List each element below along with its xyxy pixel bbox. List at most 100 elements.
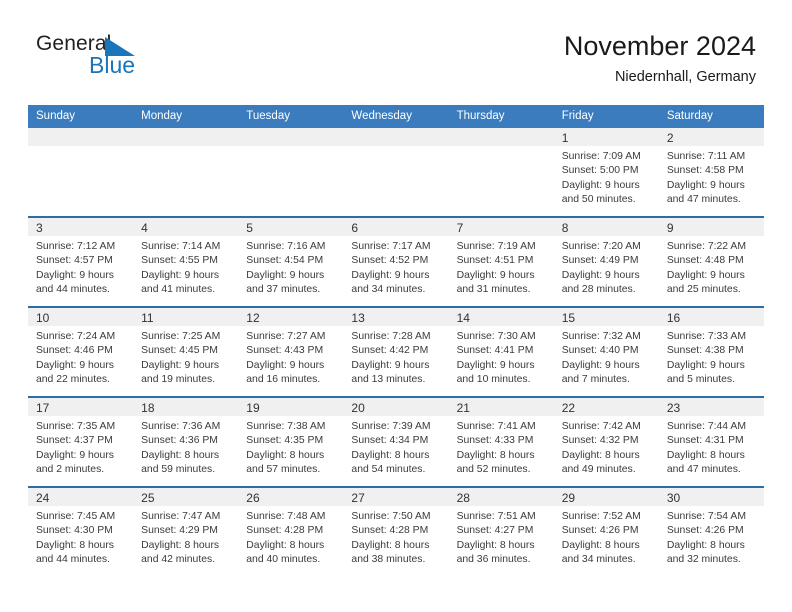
calendar-day-cell[interactable]: 13 Sunrise: 7:28 AM Sunset: 4:42 PM Dayligh… — [343, 306, 449, 397]
day-number-band: 27 — [343, 488, 449, 506]
calendar-table: Sunday Monday Tuesday Wednesday Thursday Frid… — [28, 105, 764, 576]
day-detail-line: Daylight: 8 hours — [351, 539, 430, 551]
day-detail-line: Sunrise: 7:33 AM — [666, 331, 746, 342]
day-number-band — [448, 128, 554, 146]
calendar-day-cell[interactable]: 14 Sunrise: 7:30 AM Sunset: 4:41 PM Dayligh… — [448, 306, 554, 397]
day-detail-line: Daylight: 9 hours — [561, 269, 640, 281]
day-detail-line: Daylight: 9 hours — [141, 359, 220, 371]
calendar-day-cell[interactable]: 30 Sunrise: 7:54 AM Sunset: 4:26 PM Dayligh… — [658, 486, 764, 576]
day-number-band: 3 — [28, 218, 134, 236]
calendar-day-cell[interactable]: 12 Sunrise: 7:27 AM Sunset: 4:43 PM Dayligh… — [238, 306, 344, 397]
day-detail-line: and 16 minutes. — [246, 373, 321, 385]
calendar-day-cell[interactable]: 28 Sunrise: 7:51 AM Sunset: 4:27 PM Dayligh… — [448, 486, 554, 576]
calendar-day-cell[interactable]: 1 Sunrise: 7:09 AM Sunset: 5:00 PM Daylight… — [553, 128, 659, 217]
day-detail-line: Sunset: 4:35 PM — [246, 435, 324, 447]
day-number-band: 5 — [238, 218, 344, 236]
day-detail-line: Sunset: 4:36 PM — [141, 435, 218, 447]
day-detail-line: Sunrise: 7:30 AM — [456, 331, 536, 342]
day-details: Sunrise: 7:35 AM Sunset: 4:37 PM Daylight:… — [28, 416, 133, 477]
day-number: 8 — [561, 221, 569, 235]
day-detail-line: Sunset: 4:51 PM — [456, 255, 534, 267]
day-detail-line: Sunset: 4:41 PM — [456, 345, 534, 357]
day-detail-line: and 5 minutes. — [666, 373, 736, 385]
day-detail-line: Sunrise: 7:44 AM — [666, 421, 746, 432]
day-detail-line: Sunrise: 7:24 AM — [36, 331, 116, 342]
calendar-grid: Sunday Monday Tuesday Wednesday Thursday Frid… — [28, 105, 764, 576]
calendar-day-cell[interactable]: 4 Sunrise: 7:14 AM Sunset: 4:55 PM Daylight… — [133, 216, 239, 307]
day-details: Sunrise: 7:28 AM Sunset: 4:42 PM Daylight:… — [343, 326, 448, 387]
day-detail-line: and 47 minutes. — [666, 193, 741, 205]
day-detail-line: Sunrise: 7:35 AM — [36, 421, 116, 432]
calendar-day-cell[interactable]: 10 Sunrise: 7:24 AM Sunset: 4:46 PM Dayligh… — [28, 306, 134, 397]
day-detail-line: Sunrise: 7:39 AM — [351, 421, 431, 432]
calendar-day-cell[interactable]: 18 Sunrise: 7:36 AM Sunset: 4:36 PM Dayligh… — [133, 396, 239, 487]
calendar-day-cell[interactable]: 2 Sunrise: 7:11 AM Sunset: 4:58 PM Daylight… — [658, 128, 764, 217]
weekday-header-friday: Friday — [553, 105, 659, 128]
calendar-day-cell[interactable]: 27 Sunrise: 7:50 AM Sunset: 4:28 PM Dayligh… — [343, 486, 449, 576]
calendar-day-cell[interactable]: 25 Sunrise: 7:47 AM Sunset: 4:29 PM Dayligh… — [133, 486, 239, 576]
general-blue-logo[interactable]: General Blue — [36, 33, 156, 83]
day-detail-line: and 52 minutes. — [456, 463, 531, 475]
day-details: Sunrise: 7:51 AM Sunset: 4:27 PM Daylight:… — [449, 506, 554, 567]
day-details: Sunrise: 7:14 AM Sunset: 4:55 PM Daylight:… — [133, 236, 238, 297]
calendar-day-cell[interactable]: 16 Sunrise: 7:33 AM Sunset: 4:38 PM Dayligh… — [658, 306, 764, 397]
day-detail-line: and 50 minutes. — [561, 193, 636, 205]
calendar-day-cell[interactable]: 26 Sunrise: 7:48 AM Sunset: 4:28 PM Dayligh… — [238, 486, 344, 576]
day-detail-line: Daylight: 8 hours — [246, 539, 325, 551]
day-detail-line: Sunrise: 7:09 AM — [561, 151, 641, 162]
day-detail-line: Sunset: 4:58 PM — [666, 165, 744, 177]
calendar-week-row: 17 Sunrise: 7:35 AM Sunset: 4:37 PM Dayligh… — [28, 396, 764, 487]
calendar-day-cell[interactable]: 7 Sunrise: 7:19 AM Sunset: 4:51 PM Daylight… — [448, 216, 554, 307]
calendar-day-cell[interactable]: 23 Sunrise: 7:44 AM Sunset: 4:31 PM Dayligh… — [658, 396, 764, 487]
day-detail-line: and 38 minutes. — [351, 553, 426, 565]
day-detail-line: Daylight: 8 hours — [246, 449, 325, 461]
calendar-day-cell[interactable]: 8 Sunrise: 7:20 AM Sunset: 4:49 PM Daylight… — [553, 216, 659, 307]
day-number: 20 — [351, 401, 365, 415]
day-detail-line: Sunset: 4:46 PM — [36, 345, 113, 357]
day-detail-line: Daylight: 8 hours — [666, 449, 745, 461]
calendar-day-cell[interactable]: 6 Sunrise: 7:17 AM Sunset: 4:52 PM Daylight… — [343, 216, 449, 307]
calendar-day-cell[interactable]: 24 Sunrise: 7:45 AM Sunset: 4:30 PM Dayligh… — [28, 486, 134, 576]
day-number-band: 21 — [448, 398, 554, 416]
day-detail-line: Daylight: 9 hours — [246, 269, 325, 281]
calendar-day-cell[interactable]: 29 Sunrise: 7:52 AM Sunset: 4:26 PM Dayligh… — [553, 486, 659, 576]
logo-text-blue: Blue — [89, 52, 136, 78]
day-details: Sunrise: 7:52 AM Sunset: 4:26 PM Daylight:… — [554, 506, 659, 567]
calendar-day-cell[interactable]: 11 Sunrise: 7:25 AM Sunset: 4:45 PM Dayligh… — [133, 306, 239, 397]
day-number: 19 — [246, 401, 260, 415]
day-detail-line: and 44 minutes. — [36, 283, 110, 295]
day-detail-line: Sunrise: 7:38 AM — [246, 421, 326, 432]
day-number: 28 — [456, 491, 470, 505]
calendar-day-cell[interactable]: 21 Sunrise: 7:41 AM Sunset: 4:33 PM Dayligh… — [448, 396, 554, 487]
day-number: 24 — [36, 491, 50, 505]
day-detail-line: Sunset: 4:33 PM — [456, 435, 534, 447]
day-details: Sunrise: 7:45 AM Sunset: 4:30 PM Daylight:… — [28, 506, 133, 567]
calendar-day-cell[interactable]: 22 Sunrise: 7:42 AM Sunset: 4:32 PM Dayligh… — [553, 396, 659, 487]
calendar-day-cell[interactable]: 5 Sunrise: 7:16 AM Sunset: 4:54 PM Daylight… — [238, 216, 344, 307]
day-number: 22 — [561, 401, 576, 415]
day-detail-line: Sunset: 4:29 PM — [141, 525, 218, 537]
calendar-week-row: 1 Sunrise: 7:09 AM Sunset: 5:00 PM Daylight… — [28, 128, 764, 217]
calendar-day-cell[interactable]: 17 Sunrise: 7:35 AM Sunset: 4:37 PM Dayligh… — [28, 396, 134, 487]
calendar-day-cell[interactable]: 3 Sunrise: 7:12 AM Sunset: 4:57 PM Daylight… — [28, 216, 134, 307]
day-number: 12 — [246, 311, 260, 325]
day-detail-line: and 19 minutes. — [141, 373, 216, 385]
day-number: 27 — [351, 491, 365, 505]
calendar-day-cell[interactable]: 19 Sunrise: 7:38 AM Sunset: 4:35 PM Dayligh… — [238, 396, 344, 487]
day-number-band: 30 — [658, 488, 764, 506]
day-detail-line: and 42 minutes. — [141, 553, 216, 565]
day-details: Sunrise: 7:54 AM Sunset: 4:26 PM Daylight:… — [659, 506, 764, 567]
day-details: Sunrise: 7:48 AM Sunset: 4:28 PM Daylight:… — [238, 506, 343, 567]
day-detail-line: Sunrise: 7:52 AM — [561, 511, 641, 522]
day-detail-line: Sunrise: 7:20 AM — [561, 241, 641, 252]
day-detail-line: Sunset: 4:27 PM — [456, 525, 534, 537]
day-number-band: 10 — [28, 308, 134, 326]
day-number: 5 — [246, 221, 253, 235]
calendar-day-cell[interactable]: 9 Sunrise: 7:22 AM Sunset: 4:48 PM Daylight… — [658, 216, 764, 307]
calendar-day-cell[interactable]: 15 Sunrise: 7:32 AM Sunset: 4:40 PM Dayligh… — [553, 306, 659, 397]
calendar-day-cell[interactable]: 20 Sunrise: 7:39 AM Sunset: 4:34 PM Dayligh… — [343, 396, 449, 487]
day-number-band: 15 — [553, 308, 659, 326]
day-detail-line: Daylight: 8 hours — [36, 539, 114, 551]
day-number: 30 — [666, 491, 681, 505]
day-number-band: 16 — [658, 308, 764, 326]
